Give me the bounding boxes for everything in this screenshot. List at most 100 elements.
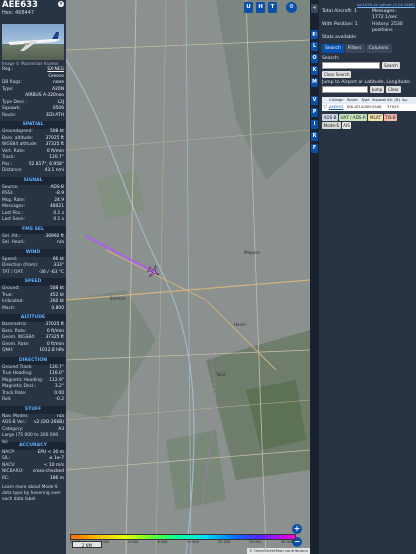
map-button-h[interactable]: H	[256, 2, 265, 13]
section-row-key: Sel. Head.:	[2, 240, 26, 245]
col-squawk[interactable]: Squawk	[371, 97, 386, 104]
town-label: Emmen	[110, 296, 126, 301]
section-row: TAT / OAT: -36 / -63 °C	[0, 270, 66, 277]
section-title[interactable]: FMS SEL	[0, 225, 66, 234]
section-row-key: Distance:	[2, 168, 23, 173]
section-title[interactable]: STUFF	[0, 405, 66, 414]
zoom-in-button[interactable]: +	[292, 524, 302, 534]
section-row-key: Large (75 000 to 300 000 lb)	[2, 433, 59, 445]
hex-value: 468447	[15, 10, 35, 16]
side-button-o[interactable]: O	[311, 54, 318, 63]
section-row-key: Roll:	[2, 397, 12, 402]
section-title[interactable]: SPEED	[0, 278, 66, 286]
sidebar-toggle-icon[interactable]: ◧	[311, 30, 318, 39]
map-view[interactable]: U H T ⚙ + − 2 000 4 000 6 000 8 000 10 0…	[66, 0, 310, 554]
section-row-value: -36 / -63 °C	[38, 269, 64, 275]
side-button-l[interactable]: L	[311, 42, 318, 51]
close-icon[interactable]: ×	[58, 1, 64, 7]
section-row-value: 186 m	[49, 475, 64, 481]
expand-icon[interactable]: «	[311, 4, 318, 13]
stat-history: History: 2530 positions	[372, 22, 403, 33]
search-input[interactable]	[322, 61, 380, 69]
side-button-f[interactable]: F	[311, 144, 318, 153]
alt-tick: 40 000+	[280, 540, 296, 544]
legend-item: MLAT	[368, 113, 383, 121]
legend-item: UAT / ADS-R	[338, 113, 368, 121]
photo-credit: Image © Maximilian Kramer	[2, 61, 59, 66]
info-row-key: Route:	[2, 112, 17, 118]
col-route[interactable]: Route	[346, 97, 360, 104]
table-row[interactable]: 🏳 AEE633 EDI-ATH A20N 0506 37025	[322, 103, 416, 111]
version-link[interactable]: tar1090 on github (3.14.1686)	[322, 0, 416, 9]
hex-line: Hex: 468447	[2, 10, 64, 17]
info-row-key: Type:	[2, 86, 14, 92]
map-attribution[interactable]: © OpenStreetMap contributors	[247, 548, 310, 554]
legend-item: TIS-B	[383, 113, 398, 121]
search-label: Search:	[322, 55, 340, 61]
cell-type: A20N	[361, 104, 371, 109]
section-title[interactable]: SIGNAL	[0, 176, 66, 185]
alt-tick: 8 000	[157, 540, 168, 544]
sidebar: ◧ L O K M V P I R F « tar1090 on github …	[310, 0, 416, 554]
tab-columns[interactable]: Columns	[365, 43, 392, 53]
clear-search-button[interactable]: Clear Search	[322, 70, 352, 78]
side-button-i[interactable]: I	[311, 120, 318, 129]
section-title[interactable]: ALTITUDE	[0, 314, 66, 322]
stat-messages: Messages: 1772.1/sec	[372, 9, 398, 20]
info-header: AEE633 Hex: 468447 ×	[0, 0, 66, 22]
info-rows: Reg.: SX-NEG Greece DB flags: none Type: A20N A…	[0, 67, 66, 119]
side-button-p[interactable]: P	[311, 108, 318, 117]
side-button-k[interactable]: K	[311, 66, 318, 75]
section-row: QNH: 1012.8 hPa	[0, 348, 66, 355]
hex-label: Hex:	[2, 10, 14, 16]
section-row-key: QNH:	[2, 348, 14, 353]
legend-item: AIS	[341, 121, 352, 129]
search-button[interactable]: Search	[382, 61, 400, 69]
section-row-value: 0.1 s	[53, 217, 64, 222]
map-button-t[interactable]: T	[268, 2, 277, 13]
aircraft-photo[interactable]	[2, 24, 64, 60]
section-row-value: 1012.8 hPa	[39, 348, 64, 353]
section-row-value: 0.800	[51, 305, 64, 311]
stats-block: Total Aircraft: 1 Messages: 1772.1/sec Wi…	[322, 9, 416, 41]
section-row: Last Seen: 0.1 s	[0, 217, 66, 224]
aircraft-info-panel: AEE633 Hex: 468447 × Image © Maximilian …	[0, 0, 66, 554]
section-row: Sel. Head.: n/a	[0, 240, 66, 247]
table-header: Callsign Route Type Squawk Alt. (ft) Sp.	[322, 96, 416, 104]
col-speed[interactable]: Sp.	[401, 97, 409, 104]
section-title[interactable]: SPATIAL	[0, 121, 66, 129]
source-legend: ADS-B UAT / ADS-R MLAT TIS-B Mode-S AIS	[322, 113, 416, 129]
legend-item: Mode-S	[322, 121, 341, 129]
tab-search[interactable]: Search	[322, 43, 344, 53]
cell-alt: 37025	[387, 104, 399, 109]
col-callsign[interactable]: Callsign	[328, 97, 346, 104]
altitude-ticks: 2 000 4 000 6 000 8 000 10 000 20 000 30…	[70, 540, 296, 545]
section-row-key: Last Seen:	[2, 217, 25, 222]
section-row: Mach: 0.800	[0, 306, 66, 313]
map-button-u[interactable]: U	[244, 2, 253, 13]
clear-button[interactable]: Clear	[386, 85, 401, 93]
side-button-m[interactable]: M	[311, 78, 318, 87]
side-button-r[interactable]: R	[311, 132, 318, 141]
section-title[interactable]: DIRECTION	[0, 356, 66, 365]
side-button-v[interactable]: V	[311, 96, 318, 105]
section-title[interactable]: ACCURACY	[0, 441, 66, 450]
col-alt[interactable]: Alt. (ft)	[386, 97, 401, 104]
jump-button[interactable]: Jump	[370, 85, 385, 93]
section-row-key: TAT / OAT:	[2, 269, 24, 275]
section-title[interactable]: WIND	[0, 248, 66, 257]
town-label: Haren	[234, 322, 247, 327]
col-type[interactable]: Type	[360, 97, 371, 104]
cell-callsign[interactable]: AEE633	[328, 104, 346, 111]
section-row-value: 43.1 nmi	[44, 168, 64, 173]
info-sections: SPATIAL Groundspeed: 508 kt Baro. altitude:…	[0, 121, 66, 482]
town-label: Twist	[216, 372, 226, 377]
section-row-value: -0.2	[55, 397, 64, 402]
jump-input[interactable]	[322, 85, 368, 93]
tab-filters[interactable]: Filters	[344, 43, 365, 53]
settings-gear-icon[interactable]: ⚙	[286, 2, 297, 13]
stats-available-link[interactable]: Stats available	[322, 35, 356, 41]
stat-position: With Position: 1	[322, 22, 358, 27]
jump-label: Jump to Airport or Latitude, Longitude:	[322, 79, 411, 85]
sidebar-button-strip: ◧ L O K M V P I R F «	[310, 0, 319, 554]
